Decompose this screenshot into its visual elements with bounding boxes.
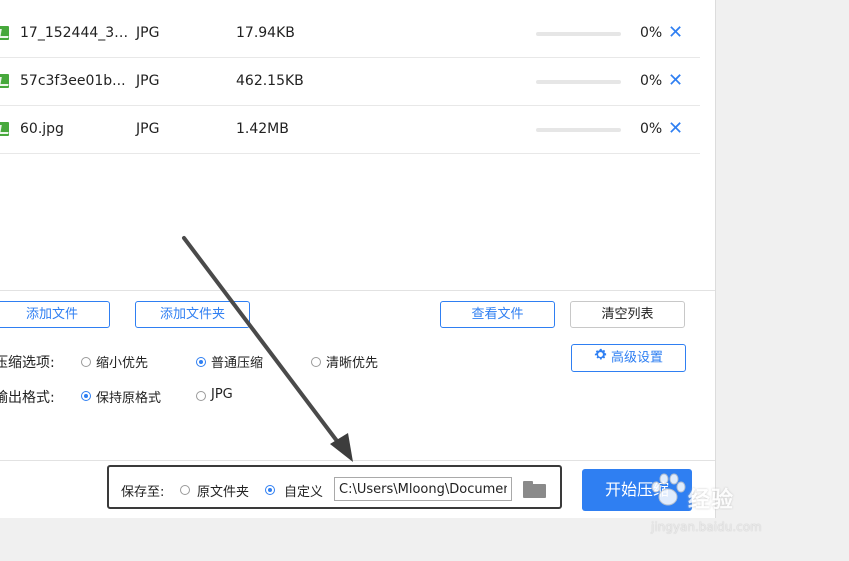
compress-option-normal-label[interactable]: 普通压缩 <box>211 352 263 371</box>
remove-file-icon[interactable]: ✕ <box>668 118 683 139</box>
output-keep-format-label[interactable]: 保持原格式 <box>96 387 161 406</box>
save-to-label: 保存至: <box>121 485 165 500</box>
file-name: 17_152444_3.j... <box>20 25 130 41</box>
progress-bar <box>536 80 621 84</box>
folder-icon[interactable] <box>523 481 546 498</box>
output-format-label: 输出格式: <box>0 390 55 406</box>
table-row[interactable]: 17_152444_3.j... JPG 17.94KB 0% ✕ <box>0 10 700 58</box>
image-file-icon <box>0 26 9 40</box>
progress-percent: 0% <box>640 73 663 89</box>
save-custom-label[interactable]: 自定义 <box>284 481 323 500</box>
compress-option-clear-radio[interactable] <box>311 357 321 367</box>
file-type: JPG <box>136 121 160 137</box>
image-file-icon <box>0 74 9 88</box>
baidu-jingyan-watermark: 经验 jingyan.baidu.com <box>648 470 808 545</box>
advanced-settings-label: 高级设置 <box>610 350 663 366</box>
add-folder-button[interactable]: 添加文件夹 <box>135 301 250 328</box>
compress-option-smaller-radio[interactable] <box>81 357 91 367</box>
table-row[interactable]: 60.jpg JPG 1.42MB 0% ✕ <box>0 106 700 154</box>
compress-option-clear-label[interactable]: 清晰优先 <box>326 352 378 371</box>
compress-options-label: 压缩选项: <box>0 355 55 371</box>
progress-percent: 0% <box>640 25 663 41</box>
remove-file-icon[interactable]: ✕ <box>668 70 683 91</box>
gear-icon <box>594 345 607 371</box>
watermark-text: 经验 <box>688 488 735 513</box>
compress-option-normal-radio[interactable] <box>196 357 206 367</box>
add-file-button[interactable]: 添加文件 <box>0 301 110 328</box>
file-type: JPG <box>136 73 160 89</box>
file-list: 17_152444_3.j... JPG 17.94KB 0% ✕ 57c3f3… <box>0 0 715 291</box>
save-original-folder-radio[interactable] <box>180 485 190 495</box>
file-size: 1.42MB <box>236 121 289 137</box>
paw-logo-icon <box>651 473 686 506</box>
progress-percent: 0% <box>640 121 663 137</box>
watermark-url: jingyan.baidu.com <box>651 520 762 534</box>
view-files-button[interactable]: 查看文件 <box>440 301 555 328</box>
file-size: 17.94KB <box>236 25 295 41</box>
output-jpg-radio[interactable] <box>196 391 206 401</box>
table-row[interactable]: 57c3f3ee01b... JPG 462.15KB 0% ✕ <box>0 58 700 106</box>
advanced-settings-button[interactable]: 高级设置 <box>571 344 686 372</box>
compress-option-smaller-label[interactable]: 缩小优先 <box>96 352 148 371</box>
save-custom-radio[interactable] <box>265 485 275 495</box>
output-jpg-label[interactable]: JPG <box>211 387 233 402</box>
save-path-input[interactable] <box>334 477 512 501</box>
output-keep-format-radio[interactable] <box>81 391 91 401</box>
file-type: JPG <box>136 25 160 41</box>
remove-file-icon[interactable]: ✕ <box>668 22 683 43</box>
save-original-folder-label[interactable]: 原文件夹 <box>197 481 249 500</box>
app-window: 17_152444_3.j... JPG 17.94KB 0% ✕ 57c3f3… <box>0 0 716 518</box>
image-file-icon <box>0 122 9 136</box>
file-size: 462.15KB <box>236 73 304 89</box>
file-name: 57c3f3ee01b... <box>20 73 126 89</box>
progress-bar <box>536 32 621 36</box>
progress-bar <box>536 128 621 132</box>
file-name: 60.jpg <box>20 121 64 137</box>
clear-list-button[interactable]: 清空列表 <box>570 301 685 328</box>
